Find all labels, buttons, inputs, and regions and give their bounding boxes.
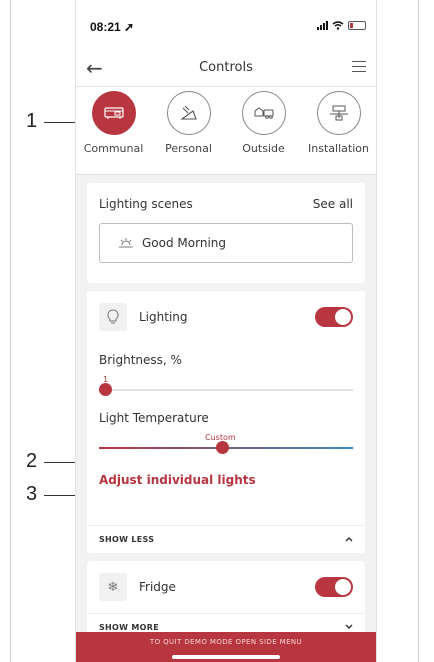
bulb-icon bbox=[99, 303, 127, 331]
show-less-toggle[interactable]: SHOW LESS bbox=[87, 525, 365, 553]
brightness-slider[interactable] bbox=[99, 383, 353, 396]
fridge-title: Fridge bbox=[139, 580, 176, 594]
scene-name: Good Morning bbox=[142, 236, 226, 250]
lighting-toggle[interactable] bbox=[315, 307, 353, 327]
temperature-slider[interactable] bbox=[99, 441, 353, 454]
page-title: Controls bbox=[199, 60, 253, 75]
temperature-slider-thumb[interactable] bbox=[216, 441, 229, 454]
tab-communal[interactable]: Communal bbox=[79, 91, 149, 174]
tab-label: Installation bbox=[308, 142, 369, 155]
frame-left-line bbox=[10, 0, 11, 662]
status-bar: 08:21 ➚ bbox=[76, 0, 376, 52]
installation-icon bbox=[316, 91, 361, 135]
tab-installation[interactable]: Installation bbox=[304, 91, 374, 174]
home-indicator[interactable] bbox=[172, 655, 280, 659]
brightness-value: 1 bbox=[103, 375, 109, 384]
nav-bar: ← Controls bbox=[76, 52, 376, 87]
snowflake-icon: ❄ bbox=[99, 573, 127, 601]
outside-icon bbox=[241, 91, 286, 135]
lighting-scenes-card: Lighting scenes See all Good Morning bbox=[87, 183, 365, 283]
menu-icon[interactable] bbox=[352, 61, 366, 76]
personal-icon bbox=[166, 91, 211, 135]
status-icons bbox=[317, 21, 366, 30]
frame-right-line bbox=[418, 0, 419, 662]
show-less-label: SHOW LESS bbox=[99, 535, 155, 544]
callout-3: 3 bbox=[26, 483, 38, 505]
chevron-up-icon bbox=[345, 535, 353, 544]
tab-label: Communal bbox=[83, 142, 144, 155]
demo-mode-banner: TO QUIT DEMO MODE OPEN SIDE MENU bbox=[76, 632, 376, 662]
category-tabs: Communal Personal Outside Installation bbox=[76, 87, 376, 175]
tab-outside[interactable]: Outside bbox=[229, 91, 299, 174]
brightness-label: Brightness, % bbox=[99, 353, 182, 367]
status-time: 08:21 ➚ bbox=[90, 20, 135, 34]
fridge-card: ❄ Fridge SHOW MORE bbox=[87, 561, 365, 641]
lighting-title: Lighting bbox=[139, 310, 188, 324]
tab-label: Outside bbox=[242, 142, 285, 155]
controls-content: Lighting scenes See all Good Morning Lig… bbox=[76, 175, 376, 641]
signal-icon bbox=[317, 21, 328, 30]
tab-personal[interactable]: Personal bbox=[154, 91, 224, 174]
temperature-value: Custom bbox=[205, 433, 236, 442]
battery-icon bbox=[348, 21, 366, 30]
communal-icon bbox=[91, 91, 136, 135]
location-arrow-icon: ➚ bbox=[124, 20, 135, 34]
fridge-toggle[interactable] bbox=[315, 577, 353, 597]
tab-label: Personal bbox=[165, 142, 212, 155]
see-all-link[interactable]: See all bbox=[313, 197, 353, 211]
chevron-down-icon bbox=[345, 623, 353, 632]
adjust-individual-lights-link[interactable]: Adjust individual lights bbox=[99, 473, 353, 487]
wifi-icon bbox=[332, 21, 344, 30]
show-more-label: SHOW MORE bbox=[99, 623, 159, 632]
sunrise-icon bbox=[119, 238, 133, 248]
demo-mode-text: TO QUIT DEMO MODE OPEN SIDE MENU bbox=[149, 638, 303, 646]
phone-screen: 08:21 ➚ ← Controls Communal Personal Out… bbox=[75, 0, 377, 662]
lighting-card: Lighting Brightness, % 1 Light Temperatu… bbox=[87, 291, 365, 553]
light-temperature-label: Light Temperature bbox=[99, 411, 209, 425]
callout-1: 1 bbox=[26, 110, 38, 132]
scene-selector[interactable]: Good Morning bbox=[99, 223, 353, 263]
brightness-slider-thumb[interactable] bbox=[99, 383, 112, 396]
lighting-scenes-title: Lighting scenes bbox=[99, 197, 193, 211]
callout-2: 2 bbox=[26, 450, 38, 472]
